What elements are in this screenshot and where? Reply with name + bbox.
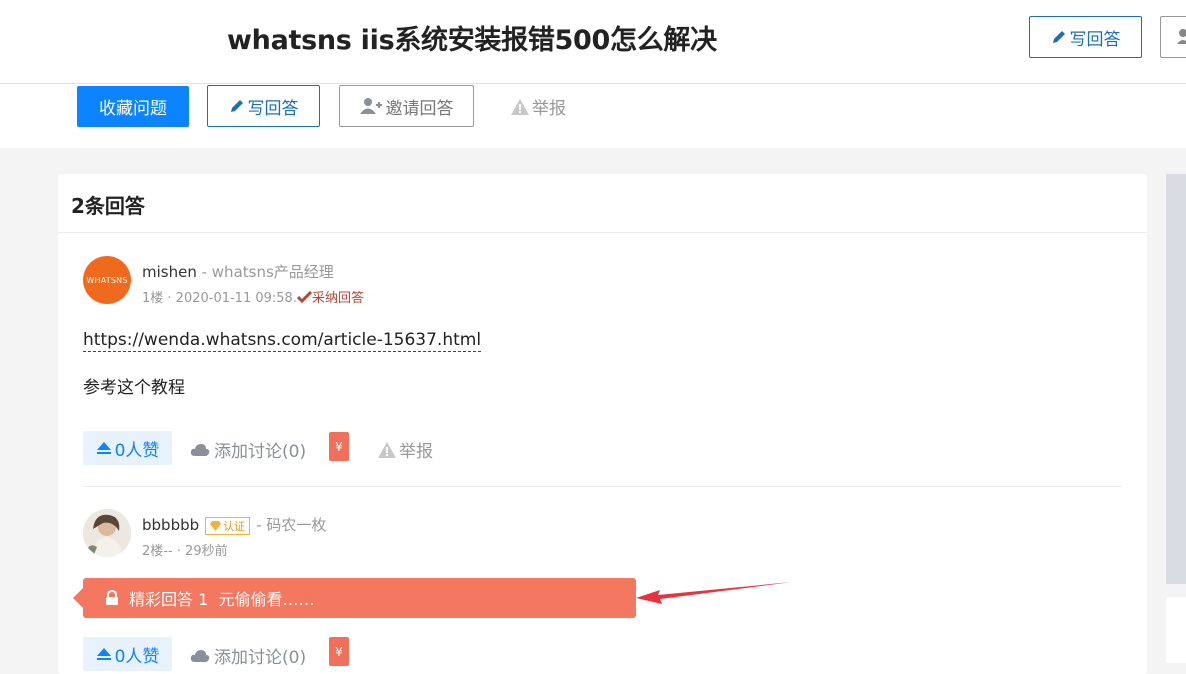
author-title: - 码农一枚 bbox=[256, 516, 327, 534]
sidebar-panel-secondary bbox=[1166, 597, 1186, 663]
answer-divider bbox=[83, 486, 1122, 487]
cloud-icon bbox=[190, 649, 210, 662]
answer-meta: 1楼 · 2020-01-11 09:58. 采纳回答 bbox=[142, 287, 364, 306]
upvote-label: 0人赞 bbox=[114, 440, 160, 461]
header-write-answer-label: 写回答 bbox=[1069, 29, 1121, 50]
yuan-symbol: ¥ bbox=[335, 644, 343, 659]
check-icon bbox=[296, 290, 313, 304]
write-answer-label: 写回答 bbox=[247, 98, 299, 119]
cloud-icon bbox=[190, 443, 210, 456]
upvote-button[interactable]: 0人赞 bbox=[83, 431, 172, 465]
user-plus-icon bbox=[359, 98, 382, 114]
avatar-logo-text: WHATSNS bbox=[86, 275, 128, 285]
answer-link[interactable]: https://wenda.whatsns.com/article-15637.… bbox=[83, 330, 482, 352]
report-question-link[interactable]: 举报 bbox=[511, 94, 566, 119]
invite-answer-label: 邀请回答 bbox=[385, 98, 454, 119]
header-more-button[interactable] bbox=[1160, 16, 1186, 58]
certified-label: 认证 bbox=[223, 519, 246, 533]
locked-answer-bar[interactable]: 精彩回答 1 元偷偷看…… bbox=[83, 578, 636, 618]
answers-count-title: 2条回答 bbox=[71, 194, 145, 218]
diamond-icon bbox=[210, 520, 222, 531]
answer-author-line: bbbbbb 认证 - 码农一枚 bbox=[142, 514, 326, 535]
avatar-photo bbox=[83, 509, 131, 557]
answer-text: 参考这个教程 bbox=[83, 378, 185, 398]
answers-panel-header bbox=[58, 174, 1147, 233]
answer-author-line: mishen - whatsns产品经理 bbox=[142, 261, 334, 282]
answer-meta: 2楼-- · 29秒前 bbox=[142, 544, 228, 559]
write-answer-button[interactable]: 写回答 bbox=[207, 85, 320, 127]
user-icon bbox=[1177, 29, 1186, 44]
avatar[interactable]: WHATSNS bbox=[83, 256, 131, 304]
add-discussion-button[interactable]: 添加讨论(0) bbox=[190, 437, 306, 462]
arrow-up-icon bbox=[96, 442, 111, 454]
avatar[interactable] bbox=[83, 509, 131, 557]
add-discussion-button[interactable]: 添加讨论(0) bbox=[190, 643, 306, 668]
red-arrow-annotation bbox=[636, 582, 792, 604]
report-answer-label: 举报 bbox=[399, 442, 433, 462]
author-name[interactable]: bbbbbb bbox=[142, 516, 199, 534]
locked-answer-notch bbox=[73, 588, 83, 608]
author-title: - whatsns产品经理 bbox=[196, 263, 334, 281]
pencil-icon bbox=[230, 100, 243, 112]
certified-badge: 认证 bbox=[205, 516, 251, 535]
yuan-symbol: ¥ bbox=[335, 439, 343, 454]
header-write-answer-button[interactable]: 写回答 bbox=[1029, 16, 1142, 58]
add-discussion-label: 添加讨论(0) bbox=[214, 648, 307, 668]
lock-icon bbox=[106, 590, 118, 605]
red-packet-icon[interactable]: ¥ bbox=[329, 432, 349, 461]
add-discussion-label: 添加讨论(0) bbox=[214, 442, 307, 462]
report-question-label: 举报 bbox=[532, 99, 566, 119]
author-name[interactable]: mishen bbox=[142, 263, 197, 281]
collect-question-button[interactable]: 收藏问题 bbox=[77, 86, 189, 127]
pencil-icon bbox=[1052, 31, 1065, 43]
sidebar-panel bbox=[1166, 174, 1186, 584]
page-title: whatsns iis系统安装报错500怎么解决 bbox=[227, 25, 717, 56]
warning-icon bbox=[378, 441, 396, 458]
warning-icon bbox=[511, 98, 529, 115]
answer-floor-time: 1楼 · 2020-01-11 09:58. bbox=[142, 291, 297, 306]
arrow-up-icon bbox=[96, 648, 111, 660]
red-packet-icon[interactable]: ¥ bbox=[329, 637, 349, 666]
report-answer-link[interactable]: 举报 bbox=[378, 437, 433, 462]
upvote-button[interactable]: 0人赞 bbox=[83, 637, 172, 671]
accepted-answer-label: 采纳回答 bbox=[311, 291, 364, 306]
invite-answer-button[interactable]: 邀请回答 bbox=[339, 85, 474, 127]
locked-answer-text: 精彩回答 1 元偷偷看…… bbox=[129, 590, 315, 609]
